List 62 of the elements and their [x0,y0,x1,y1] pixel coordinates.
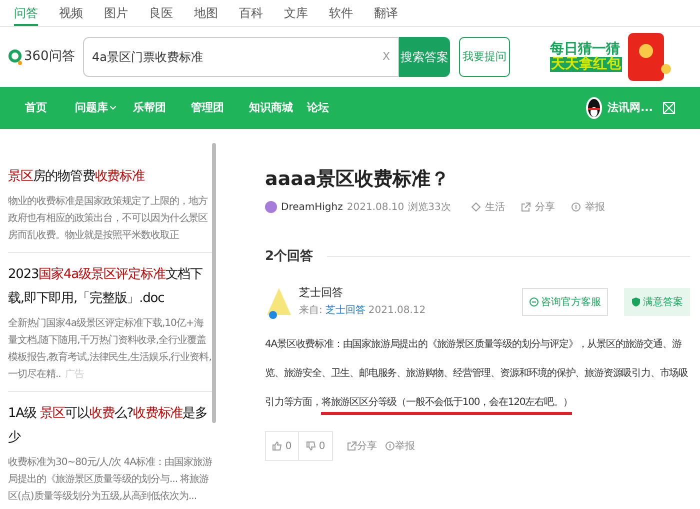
shield-icon [631,297,641,307]
dislike-button[interactable]: 0 [299,432,332,460]
penguin-avatar-icon [585,96,604,120]
top-tab[interactable]: 文库 [284,0,308,26]
thumbs-down-icon [306,441,316,451]
answers-heading: 2个回答 [265,248,314,266]
result-title[interactable]: 2023国家4a级景区评定标准文档下载,即下即用,「完整版」.doc [8,263,212,311]
mail-icon[interactable] [663,102,675,114]
ask-button[interactable]: 我要提问 [459,37,510,77]
result-snippet: 物业的收费标准是国家政策规定了上限的，地方政府也有相应的政策出台，不可以因为什么景区房而乱收费。物业就是按照平米数收取正 [8,194,209,243]
category-link[interactable]: 生活 [484,200,505,214]
top-tab[interactable]: 良医 [149,0,173,26]
top-tab[interactable]: 问答 [14,0,38,26]
answer-text: 4A景区收费标准：由国家旅游局提出的《旅游景区质量等级的划分与评定》，从景区的旅游交通、游览、旅游安全、卫生、邮电服务、旅游购物、经营管理、资源和环境的保护、旅游资源吸引力、市场吸引力等方面，将旅游区区分等级（一般不会低于100，会在120左右吧。） [265,330,690,417]
consult-button[interactable]: 咨询官方客服 [522,288,608,316]
top-tab[interactable]: 软件 [329,0,353,26]
top-tab[interactable]: 翻译 [374,0,398,26]
answerer-name[interactable]: 芝士回答 [299,284,426,302]
scrollbar[interactable] [212,143,216,423]
top-tab[interactable]: 视频 [59,0,83,26]
author-name[interactable]: DreamHighz [281,200,343,214]
nav-link[interactable]: 乐帮团 [133,100,191,116]
logo-icon [8,49,22,65]
result-snippet: 收费标准为30~80元/人/次 4A标准：由国家旅游局提出的《旅游景区质量等级的划分与... 将旅游区(点)质量等级划分为五级,从高到低依次为... [8,456,212,504]
result-title[interactable]: 景区房的物管费收费标准 [8,165,212,189]
satisfied-badge: 满意答案 [624,288,690,316]
source-link[interactable]: 芝士回答 [325,302,366,320]
share-icon [520,202,531,212]
nav-link[interactable]: 首页 [25,100,75,116]
view-count: 浏览33次 [408,200,451,214]
promo-banner[interactable]: 每日猜一猜 天天拿红包 [550,29,672,85]
nav-link[interactable]: 管理团 [191,100,249,116]
promo-text: 天天拿红包 [550,57,622,72]
share-link[interactable]: 分享 [357,438,377,454]
report-icon [570,202,581,212]
thumbs-up-icon [272,441,282,451]
nav-link[interactable]: 知识商城 [249,100,307,116]
question-title: aaaa景区收费标准？ [265,167,450,192]
promo-text: 每日猜一猜 [550,42,620,57]
share-icon [347,441,357,451]
clear-button[interactable]: X [382,48,390,66]
answer-date: 2021.08.12 [368,304,426,318]
tag-icon [470,202,481,212]
logo-text: 360问答 [24,48,75,66]
share-link[interactable]: 分享 [534,200,555,214]
search-field[interactable]: 4a景区门票收费标准 X [83,37,399,77]
top-tab[interactable]: 地图 [194,0,218,26]
question-date: 2021.08.10 [346,200,404,214]
search-button[interactable]: 搜索答案 [399,37,450,77]
top-tab[interactable]: 百科 [239,0,263,26]
user-name[interactable]: 法讯网... [607,100,653,116]
avatar-icon [265,200,277,214]
source-label: 来自: [299,304,322,318]
chat-icon [529,297,539,307]
report-link[interactable]: 举报 [584,200,605,214]
like-button[interactable]: 0 [266,432,299,460]
nav-link[interactable]: 论坛 [307,100,365,116]
report-link[interactable]: 举报 [395,438,415,454]
nav-link[interactable]: 问题库 [75,100,133,116]
top-tab[interactable]: 图片 [104,0,128,26]
result-title[interactable]: 1A级 景区可以收费么?收费标准是多少 [8,402,212,450]
report-icon [385,441,395,451]
